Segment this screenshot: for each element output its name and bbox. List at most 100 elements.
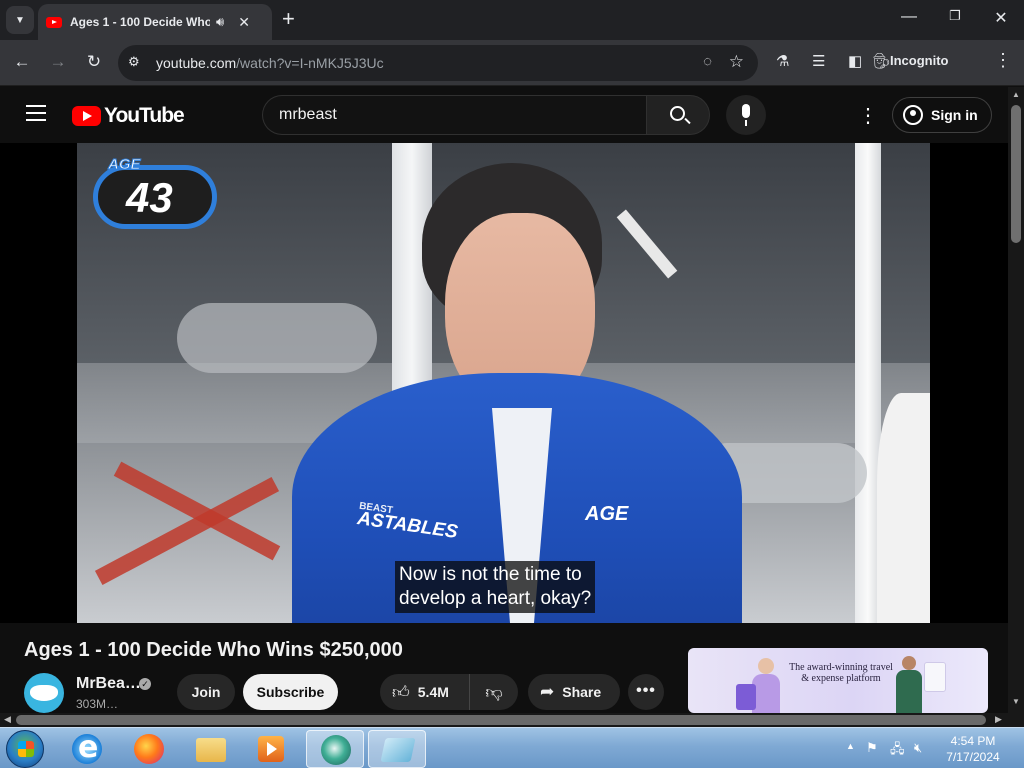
horizontal-scrollbar[interactable]: ◀ ▶ — [0, 713, 1024, 727]
speaker-icon[interactable]: 🔊︎ — [216, 14, 224, 30]
horizontal-scroll-thumb[interactable] — [16, 715, 986, 725]
search-input[interactable] — [279, 106, 619, 124]
url-text[interactable]: youtube.com/watch?v=I-nMKJ5J3Uc — [156, 55, 384, 71]
tab-search-button[interactable]: ▼ — [6, 6, 34, 34]
vertical-scrollbar[interactable]: ▲ ▼ — [1008, 87, 1024, 713]
new-tab-icon[interactable]: + — [282, 8, 295, 30]
caption-line-1: Now is not the time to — [399, 564, 582, 585]
subscriber-count: 303M… — [76, 697, 119, 711]
site-info-icon[interactable]: ⚙ — [128, 54, 140, 70]
microphone-icon — [742, 104, 750, 118]
youtube-logo-text: YouTube — [104, 104, 185, 127]
bookmark-star-icon[interactable]: ☆ — [729, 52, 744, 72]
sign-in-button[interactable]: Sign in — [892, 97, 992, 133]
channel-name[interactable]: MrBea… — [76, 675, 141, 693]
taskbar-browser[interactable] — [306, 730, 364, 768]
restore-icon[interactable]: ❐ — [944, 8, 966, 24]
window-close-icon[interactable]: ✕ — [990, 8, 1012, 28]
scroll-left-arrow-icon[interactable]: ◀ — [4, 714, 11, 725]
tab-title: Ages 1 - 100 Decide Who Wins $250,000 — [70, 15, 210, 29]
windows-taskbar: ▲ ⚑ 🖧︎ 🔇︎ 4:54 PM 7/17/2024 — [0, 727, 1024, 768]
channel-avatar[interactable] — [24, 673, 64, 713]
more-actions-button[interactable]: ••• — [628, 674, 664, 710]
labs-flask-icon[interactable]: ⚗ — [776, 52, 789, 70]
browser-toolbar: ← → ↻ ⚙ youtube.com/watch?v=I-nMKJ5J3Uc … — [0, 40, 1024, 86]
voice-search-button[interactable] — [726, 95, 766, 135]
settings-kebab-icon[interactable]: ⋮ — [858, 103, 878, 128]
minimize-icon[interactable]: — — [898, 8, 920, 26]
share-label: Share — [562, 684, 602, 700]
clock-date: 7/17/2024 — [946, 750, 1000, 764]
eye-off-icon[interactable]: ◌ — [703, 53, 712, 70]
taskbar-media-player[interactable] — [242, 730, 300, 768]
volume-muted-icon[interactable]: 🔇︎ — [914, 740, 922, 756]
ad-figure2-body — [896, 670, 922, 713]
like-button[interactable]: 👍︎ 5.4M — [380, 674, 470, 710]
white-object-right — [877, 393, 930, 623]
search-button[interactable] — [646, 95, 710, 135]
scroll-up-arrow-icon[interactable]: ▲ — [1012, 90, 1020, 99]
browser-tab-strip: ▼ Ages 1 - 100 Decide Who Wins $250,000 … — [0, 0, 1024, 40]
like-count: 5.4M — [417, 684, 449, 700]
tray-expand-icon[interactable]: ▲ — [846, 741, 855, 751]
clock-time: 4:54 PM — [950, 734, 996, 748]
video-title: Ages 1 - 100 Decide Who Wins $250,000 — [24, 639, 403, 661]
join-button[interactable]: Join — [177, 674, 235, 710]
start-button[interactable] — [6, 730, 44, 768]
browser-menu-icon[interactable]: ⋮ — [994, 50, 1012, 71]
tab-close-icon[interactable]: ✕ — [238, 14, 250, 31]
ad-banner[interactable]: The award-winning travel & expense platf… — [688, 648, 988, 713]
back-arrow-icon[interactable]: ← — [11, 52, 33, 72]
taskbar-clock[interactable]: 4:54 PM 7/17/2024 — [930, 733, 1016, 765]
address-bar[interactable]: ⚙ youtube.com/watch?v=I-nMKJ5J3Uc ◌ ☆ — [118, 45, 758, 81]
youtube-logo[interactable]: YouTube — [72, 104, 185, 128]
age-badge-number: 43 — [126, 174, 173, 221]
incognito-label[interactable]: Incognito — [890, 53, 949, 68]
subscribe-button[interactable]: Subscribe — [243, 674, 338, 710]
network-icon[interactable]: 🖧︎ — [890, 740, 905, 762]
scroll-right-arrow-icon[interactable]: ▶ — [995, 714, 1002, 725]
video-player[interactable]: BEAST ASTABLES AGE AGE 43 Now is not the… — [77, 143, 930, 623]
taskbar-file-explorer[interactable] — [182, 730, 240, 768]
url-host: youtube.com — [156, 55, 237, 71]
vertical-scroll-thumb[interactable] — [1011, 105, 1021, 243]
ad-suitcase — [736, 684, 756, 710]
verified-check-icon: ✓ — [139, 678, 151, 690]
taskbar-internet-explorer[interactable] — [58, 730, 116, 768]
sign-in-label: Sign in — [931, 107, 978, 123]
url-path: /watch?v=I-nMKJ5J3Uc — [236, 55, 384, 71]
ad-figure2-head — [902, 656, 916, 670]
internet-explorer-icon — [72, 730, 102, 765]
search-icon — [670, 106, 685, 121]
scroll-down-arrow-icon[interactable]: ▼ — [1012, 697, 1020, 706]
share-button[interactable]: ➦ Share — [528, 674, 620, 710]
media-queue-icon[interactable]: ☰ — [812, 52, 825, 70]
youtube-masthead: YouTube ⋮ Sign in — [0, 87, 1008, 143]
dislike-button[interactable]: 👎︎ — [470, 674, 518, 710]
youtube-favicon-icon — [46, 16, 62, 28]
side-panel-icon[interactable]: ◧ — [848, 52, 862, 70]
taskbar-firefox[interactable] — [120, 730, 178, 768]
reload-icon[interactable]: ↻ — [83, 52, 105, 72]
share-arrow-icon: ➦ — [540, 682, 555, 701]
app-window-icon — [380, 738, 416, 762]
media-player-icon — [258, 736, 284, 762]
caption-line-2: develop a heart, okay? — [399, 588, 592, 609]
thumbs-down-icon: 👎︎ — [485, 682, 503, 702]
forward-arrow-icon[interactable]: → — [47, 52, 69, 72]
video-metadata: Ages 1 - 100 Decide Who Wins $250,000 Mr… — [0, 623, 1008, 713]
action-center-flag-icon[interactable]: ⚑ — [866, 740, 878, 756]
youtube-logo-icon — [72, 106, 101, 126]
search-icon-handle — [684, 117, 691, 125]
search-box[interactable] — [262, 95, 646, 135]
chevron-down-icon: ▼ — [15, 14, 25, 26]
video-player-area: BEAST ASTABLES AGE AGE 43 Now is not the… — [0, 143, 1008, 623]
taskbar-app[interactable] — [368, 730, 426, 768]
like-dislike-group: 👍︎ 5.4M 👎︎ — [380, 674, 518, 710]
active-tab[interactable]: Ages 1 - 100 Decide Who Wins $250,000 🔊︎… — [38, 4, 272, 40]
age-badge: AGE 43 — [93, 156, 217, 229]
hamburger-menu-icon[interactable] — [26, 105, 46, 121]
ad-text: The award-winning travel & expense platf… — [789, 662, 893, 684]
thumbs-up-icon: 👍︎ — [392, 682, 410, 702]
browser-app-icon — [321, 735, 351, 765]
